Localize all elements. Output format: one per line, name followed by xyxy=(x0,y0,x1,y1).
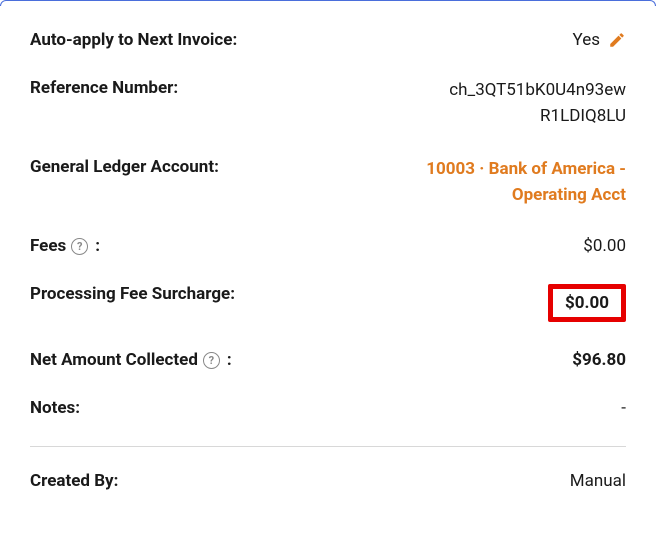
row-auto-apply: Auto-apply to Next Invoice: Yes xyxy=(30,30,626,50)
label-net-text: Net Amount Collected xyxy=(30,350,198,370)
value-reference-line1: ch_3QT51bK0U4n93ew xyxy=(449,78,626,104)
label-surcharge: Processing Fee Surcharge: xyxy=(30,284,235,304)
value-fees: $0.00 xyxy=(583,236,626,256)
details-panel: Auto-apply to Next Invoice: Yes Referenc… xyxy=(0,0,656,529)
row-created-by: Created By: Manual xyxy=(30,471,626,491)
value-reference: ch_3QT51bK0U4n93ew R1LDIQ8LU xyxy=(449,78,626,129)
highlight-surcharge: $0.00 xyxy=(548,284,626,322)
label-gl-account: General Ledger Account: xyxy=(30,157,219,177)
value-created-by: Manual xyxy=(570,471,626,491)
label-net-colon: : xyxy=(227,350,232,370)
label-net: Net Amount Collected ? : xyxy=(30,350,232,370)
value-auto-apply: Yes xyxy=(573,30,600,50)
value-wrapper-auto-apply: Yes xyxy=(573,30,626,50)
row-notes: Notes: - xyxy=(30,398,626,418)
row-gl-account: General Ledger Account: 10003 · Bank of … xyxy=(30,157,626,208)
label-reference: Reference Number: xyxy=(30,78,178,98)
row-net: Net Amount Collected ? : $96.80 xyxy=(30,350,626,370)
value-gl-account[interactable]: 10003 · Bank of America - Operating Acct xyxy=(366,157,626,208)
row-fees: Fees ? : $0.00 xyxy=(30,236,626,256)
label-fees: Fees ? : xyxy=(30,236,100,256)
pencil-icon[interactable] xyxy=(608,31,626,49)
section-divider xyxy=(30,446,626,447)
value-notes: - xyxy=(621,398,626,418)
help-icon[interactable]: ? xyxy=(71,238,88,255)
label-auto-apply: Auto-apply to Next Invoice: xyxy=(30,30,237,50)
highlight-box: $0.00 xyxy=(548,284,626,322)
label-notes: Notes: xyxy=(30,398,80,418)
panel-top-border xyxy=(0,0,656,6)
label-fees-colon: : xyxy=(95,236,100,256)
value-reference-line2: R1LDIQ8LU xyxy=(449,104,626,130)
label-fees-text: Fees xyxy=(30,236,66,256)
label-created-by: Created By: xyxy=(30,471,118,491)
value-surcharge: $0.00 xyxy=(565,293,609,313)
row-surcharge: Processing Fee Surcharge: $0.00 xyxy=(30,284,626,322)
value-net: $96.80 xyxy=(572,350,626,370)
help-icon[interactable]: ? xyxy=(203,352,220,369)
row-reference: Reference Number: ch_3QT51bK0U4n93ew R1L… xyxy=(30,78,626,129)
